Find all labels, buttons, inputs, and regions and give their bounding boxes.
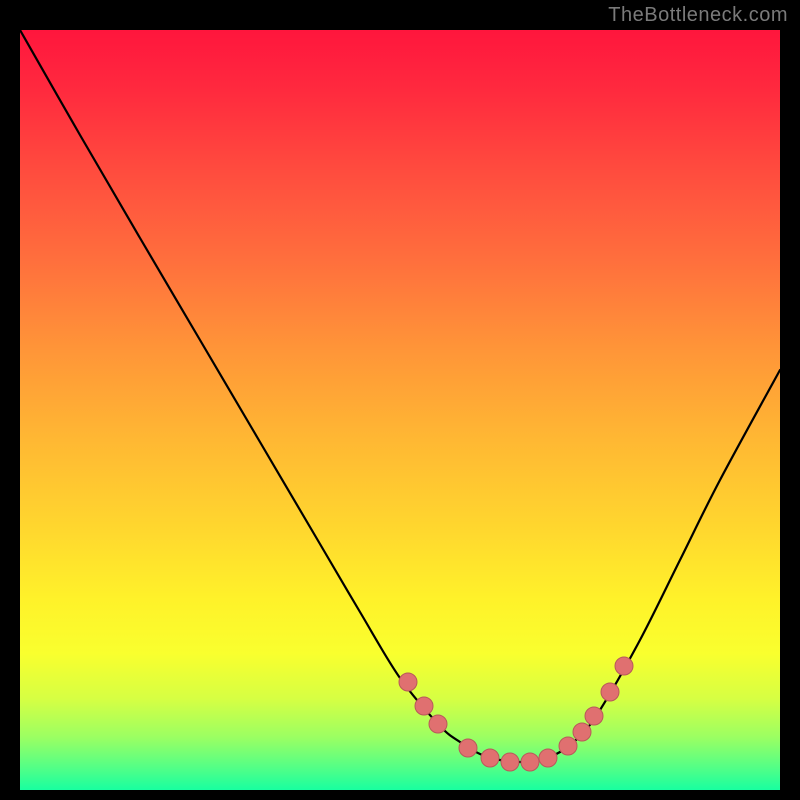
curve-marker [399, 673, 417, 691]
curve-marker [415, 697, 433, 715]
curve-marker [573, 723, 591, 741]
curve-markers [399, 657, 633, 771]
bottleneck-curve [20, 30, 780, 762]
watermark-text: TheBottleneck.com [608, 4, 788, 27]
curve-marker [559, 737, 577, 755]
curve-marker [481, 749, 499, 767]
curve-marker [585, 707, 603, 725]
curve-marker [501, 753, 519, 771]
curve-marker [601, 683, 619, 701]
chart-stage: TheBottleneck.com [0, 0, 800, 800]
curve-marker [521, 753, 539, 771]
curve-marker [459, 739, 477, 757]
curve-marker [615, 657, 633, 675]
curve-marker [429, 715, 447, 733]
curve-marker [539, 749, 557, 767]
chart-svg [20, 30, 780, 790]
plot-area [20, 30, 780, 790]
